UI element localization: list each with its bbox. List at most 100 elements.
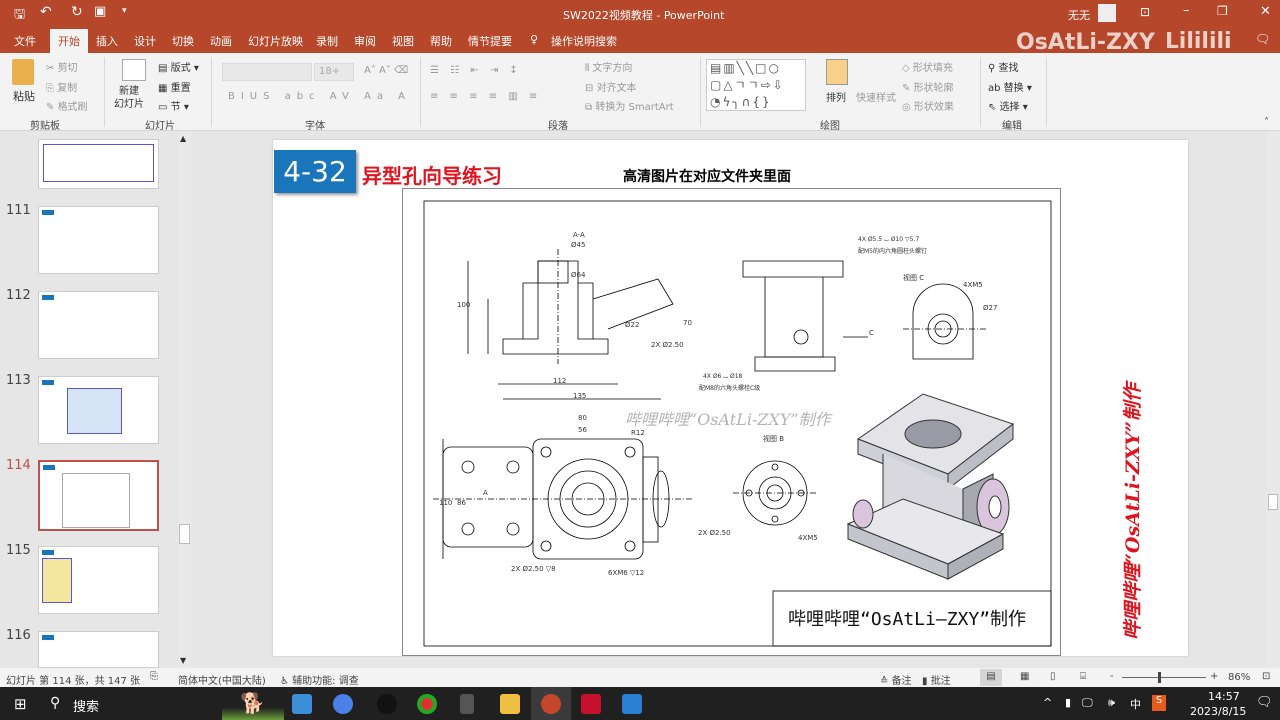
- paste-icon[interactable]: [12, 59, 34, 85]
- tab-review[interactable]: 审阅: [354, 33, 376, 49]
- tab-file[interactable]: 文件: [14, 33, 36, 49]
- quick-styles-button[interactable]: 快速样式: [856, 89, 896, 104]
- shapes-gallery[interactable]: ▤▥╲╲□○ ▢△ㄱㄱ⇨⇩ ◔ϟ╮∩{}: [706, 59, 806, 111]
- clock-date[interactable]: 2023/8/15: [1190, 705, 1246, 718]
- thumbnail-scrollbar[interactable]: ▲ ▼: [178, 131, 191, 668]
- slide-thumbnail[interactable]: [38, 206, 159, 274]
- user-name[interactable]: 无无: [1068, 7, 1090, 23]
- slideshow-icon[interactable]: ⌸: [1080, 671, 1086, 682]
- layout-button[interactable]: ▤ 版式 ▾: [158, 59, 199, 74]
- scroll-down-icon[interactable]: ▼: [180, 656, 186, 665]
- shape-effects-button[interactable]: ◎ 形状效果: [902, 98, 954, 113]
- save-icon[interactable]: 🖫: [14, 5, 25, 27]
- spellcheck-icon[interactable]: ⎘: [150, 671, 158, 682]
- paste-button[interactable]: 粘贴: [13, 88, 35, 104]
- minimize-icon[interactable]: –: [1183, 3, 1190, 18]
- tab-record[interactable]: 录制: [316, 33, 338, 49]
- app-icon-powerpoint[interactable]: [541, 694, 561, 714]
- comments-icon[interactable]: 🗨: [1255, 32, 1270, 46]
- tray-overflow-icon[interactable]: ^: [1043, 696, 1052, 709]
- align-buttons[interactable]: ≡ ≡ ≡ ≡ ▥ ≡: [430, 91, 541, 102]
- shape-fill-button[interactable]: ◇ 形状填充: [902, 59, 953, 74]
- slide-thumbnail-selected[interactable]: [38, 460, 159, 531]
- slide-sorter-icon[interactable]: ▦: [1020, 671, 1029, 682]
- zoom-slider-thumb[interactable]: [1158, 672, 1162, 683]
- scroll-thumb[interactable]: [1268, 494, 1278, 510]
- tray-volume-icon[interactable]: 🕪: [1108, 696, 1115, 710]
- tray-usb-icon[interactable]: ▮: [1065, 696, 1071, 709]
- engineering-drawing[interactable]: A-A Ø45 Ø64 Ø22 2X Ø2.50 112 135 100 70 …: [402, 188, 1061, 656]
- search-icon[interactable]: ⚲: [50, 695, 60, 711]
- tray-sogou-icon[interactable]: S: [1152, 695, 1166, 711]
- taskbar-search[interactable]: 搜索: [73, 696, 99, 715]
- windows-start-icon[interactable]: ⊞: [14, 695, 27, 713]
- select-button[interactable]: ⇖ 选择 ▾: [988, 98, 1028, 113]
- font-name-select[interactable]: [222, 63, 312, 81]
- zoom-level[interactable]: 86%: [1228, 672, 1250, 683]
- app-icon-solidworks[interactable]: [581, 694, 601, 714]
- reset-button[interactable]: ▦ 重置: [158, 79, 191, 94]
- text-direction-button[interactable]: ⫴ 文字方向: [585, 59, 632, 74]
- app-icon-baidu-netdisk[interactable]: [333, 694, 353, 714]
- slide-thumbnail[interactable]: [38, 631, 159, 668]
- language-indicator[interactable]: 简体中文(中国大陆): [178, 672, 266, 687]
- align-text-button[interactable]: ⊟ 对齐文本: [585, 79, 637, 94]
- zoom-in-icon[interactable]: +: [1210, 671, 1218, 682]
- tab-design[interactable]: 设计: [134, 33, 156, 49]
- clock-time[interactable]: 14:57: [1208, 690, 1240, 703]
- zoom-out-icon[interactable]: -: [1110, 671, 1114, 682]
- app-icon-file-explorer[interactable]: [500, 694, 520, 714]
- scroll-thumb[interactable]: [179, 524, 190, 544]
- find-button[interactable]: ⚲ 查找: [988, 59, 1019, 74]
- collapse-ribbon-icon[interactable]: ˄: [1264, 117, 1269, 128]
- restore-icon[interactable]: ❐: [1217, 4, 1228, 18]
- slide-scrollbar[interactable]: [1266, 131, 1279, 668]
- cut-button[interactable]: ✂ 剪切: [46, 59, 78, 74]
- smartart-button[interactable]: ⧉ 转换为 SmartArt: [585, 98, 674, 113]
- reading-view-icon[interactable]: ▯: [1050, 671, 1056, 682]
- slide-thumbnail[interactable]: [38, 291, 159, 359]
- app-icon-qq[interactable]: [377, 694, 397, 714]
- tab-help[interactable]: 帮助: [430, 33, 452, 49]
- app-icon-chrome[interactable]: [417, 694, 437, 714]
- slide-thumbnail[interactable]: [38, 546, 159, 614]
- tab-animations[interactable]: 动画: [210, 33, 232, 49]
- comments-button[interactable]: ▮ 批注: [922, 672, 951, 687]
- slide-canvas[interactable]: 4-32 异型孔向导练习 高清图片在对应文件夹里面 哔哩哔哩“OsAtLi-ZX…: [273, 140, 1188, 656]
- tab-view[interactable]: 视图: [392, 33, 414, 49]
- avatar[interactable]: [1098, 4, 1116, 22]
- grow-font-icon[interactable]: A˄ A˅ ⌫: [364, 65, 408, 76]
- new-slide-button[interactable]: 新建 幻灯片: [114, 85, 144, 111]
- undo-icon[interactable]: ↶: [40, 4, 52, 20]
- tab-transitions[interactable]: 切换: [172, 33, 194, 49]
- arrange-button[interactable]: 排列: [826, 89, 846, 104]
- list-buttons[interactable]: ☰ ☷ ⇤ ⇥ ↕: [430, 65, 522, 76]
- tab-home[interactable]: 开始: [50, 29, 88, 53]
- font-format-buttons[interactable]: BIUS abc AV Aa A: [228, 91, 411, 102]
- accessibility-button[interactable]: ♿ 辅助功能: 调查: [280, 672, 359, 687]
- tab-insert[interactable]: 插入: [96, 33, 118, 49]
- shape-outline-button[interactable]: ✎ 形状轮廓: [902, 79, 954, 94]
- fit-slide-icon[interactable]: ⊡: [1262, 671, 1270, 682]
- tab-slideshow[interactable]: 幻灯片放映: [248, 33, 303, 49]
- ime-indicator[interactable]: 中: [1130, 696, 1141, 712]
- redo-icon[interactable]: ↻: [71, 4, 83, 20]
- customize-qat-icon[interactable]: ▾: [122, 6, 127, 16]
- new-slide-icon[interactable]: [122, 59, 146, 81]
- notifications-icon[interactable]: 🗨: [1256, 695, 1273, 710]
- font-size-select[interactable]: 18+: [314, 63, 354, 81]
- scroll-up-icon[interactable]: ▲: [180, 134, 186, 143]
- tab-storyboard[interactable]: 情节提要: [468, 33, 512, 49]
- slide-thumbnail[interactable]: [38, 139, 159, 189]
- copy-button[interactable]: ⎘ 复制: [46, 79, 77, 94]
- tray-network-icon[interactable]: 🖵: [1082, 696, 1093, 710]
- app-icon-photos[interactable]: [622, 694, 642, 714]
- app-icon-task-view[interactable]: [292, 694, 312, 714]
- present-icon[interactable]: ▣: [94, 4, 106, 19]
- format-painter-button[interactable]: ✎ 格式刷: [46, 98, 88, 113]
- notes-button[interactable]: ≙ 备注: [880, 672, 912, 687]
- replace-button[interactable]: ab 替换 ▾: [988, 79, 1032, 94]
- normal-view-icon[interactable]: ▤: [980, 669, 1002, 686]
- zoom-slider[interactable]: [1122, 672, 1206, 683]
- tell-me-search[interactable]: 操作说明搜索: [551, 33, 617, 49]
